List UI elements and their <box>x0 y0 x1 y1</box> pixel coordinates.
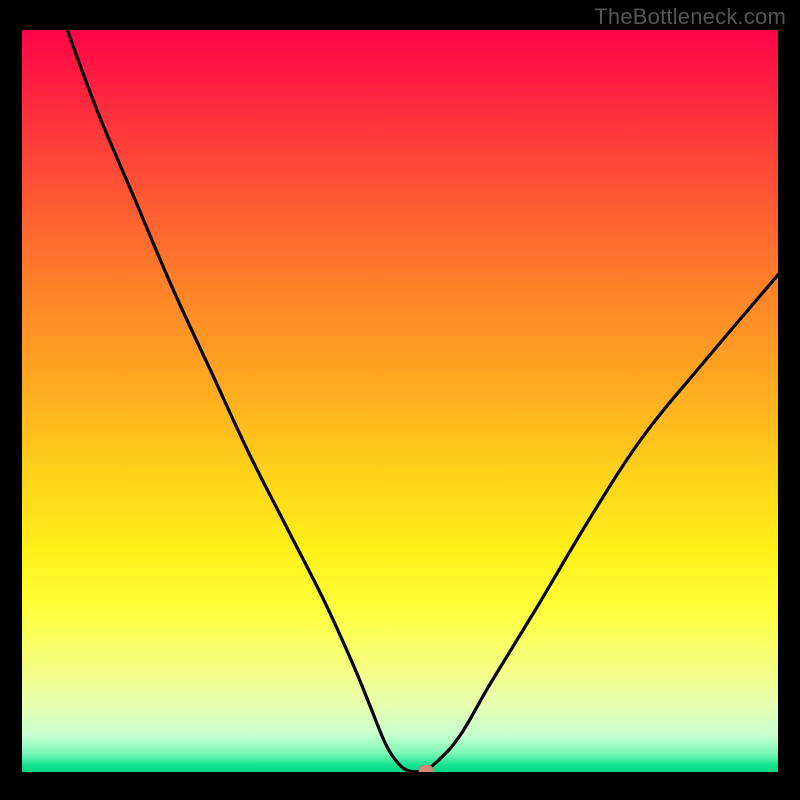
curve-svg <box>22 30 778 772</box>
bottleneck-curve <box>67 30 778 772</box>
chart-frame: TheBottleneck.com <box>0 0 800 800</box>
watermark-text: TheBottleneck.com <box>594 4 786 30</box>
optimal-point-marker <box>419 765 434 772</box>
plot-area <box>22 30 778 772</box>
